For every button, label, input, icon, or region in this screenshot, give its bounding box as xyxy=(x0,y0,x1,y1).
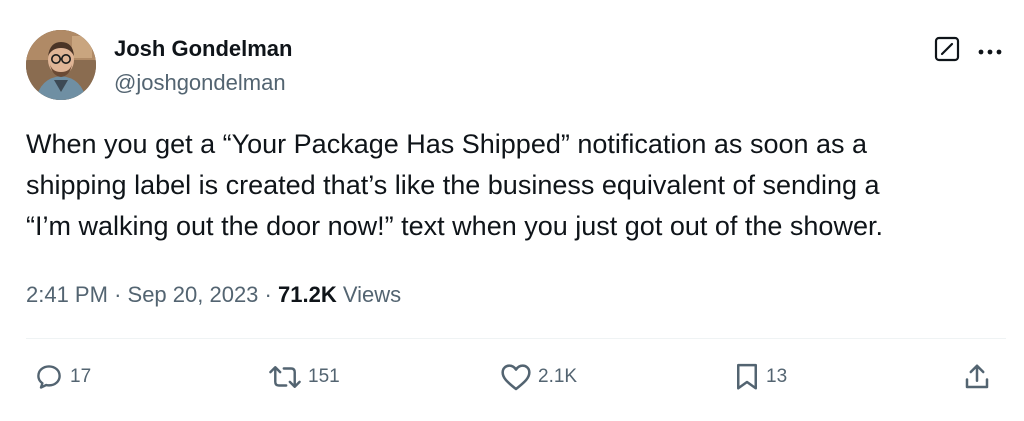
tweet-meta: 2:41 PM · Sep 20, 2023 · 71.2K Views xyxy=(26,281,401,309)
tweet-text-line: When you get a “Your Package Has Shipped… xyxy=(26,129,868,159)
bookmark-icon xyxy=(734,362,760,392)
reply-count: 17 xyxy=(70,366,92,387)
more-dots-icon xyxy=(978,43,1002,61)
author-handle[interactable]: @joshgondelman xyxy=(114,69,292,97)
top-actions xyxy=(934,36,1002,67)
meta-separator: · xyxy=(114,282,122,307)
avatar[interactable] xyxy=(26,30,96,100)
edit-button[interactable] xyxy=(934,36,960,67)
bookmark-button[interactable]: 13 xyxy=(734,362,787,392)
repost-count: 151 xyxy=(308,366,340,387)
reply-button[interactable]: 17 xyxy=(34,362,91,392)
tweet-date[interactable]: Sep 20, 2023 xyxy=(128,282,259,307)
tweet-text-line: shipping label is created that’s like th… xyxy=(26,170,880,200)
bookmark-count: 13 xyxy=(766,366,788,387)
share-upload-icon xyxy=(962,362,992,392)
meta-separator: · xyxy=(264,282,272,307)
tweet-text-line: “I’m walking out the door now!” text whe… xyxy=(26,211,883,241)
tweet-text: When you get a “Your Package Has Shipped… xyxy=(26,124,1016,247)
repost-button[interactable]: 151 xyxy=(268,362,340,392)
reply-bubble-icon xyxy=(34,362,64,392)
author-name[interactable]: Josh Gondelman xyxy=(114,35,292,63)
more-button[interactable] xyxy=(978,43,1002,61)
avatar-image xyxy=(26,30,96,100)
views-label: Views xyxy=(342,282,402,307)
like-button[interactable]: 2.1K xyxy=(500,362,577,392)
tweet-time[interactable]: 2:41 PM xyxy=(26,282,108,307)
action-bar: 17 151 2.1K 13 xyxy=(0,362,1024,402)
like-count: 2.1K xyxy=(538,366,578,387)
divider xyxy=(26,338,1006,339)
share-button[interactable] xyxy=(962,362,992,392)
repost-arrows-icon xyxy=(268,362,302,392)
author-block: Josh Gondelman @joshgondelman xyxy=(114,35,292,97)
views-count[interactable]: 71.2K xyxy=(278,282,337,307)
edit-square-icon xyxy=(934,36,960,67)
heart-icon xyxy=(500,362,532,392)
